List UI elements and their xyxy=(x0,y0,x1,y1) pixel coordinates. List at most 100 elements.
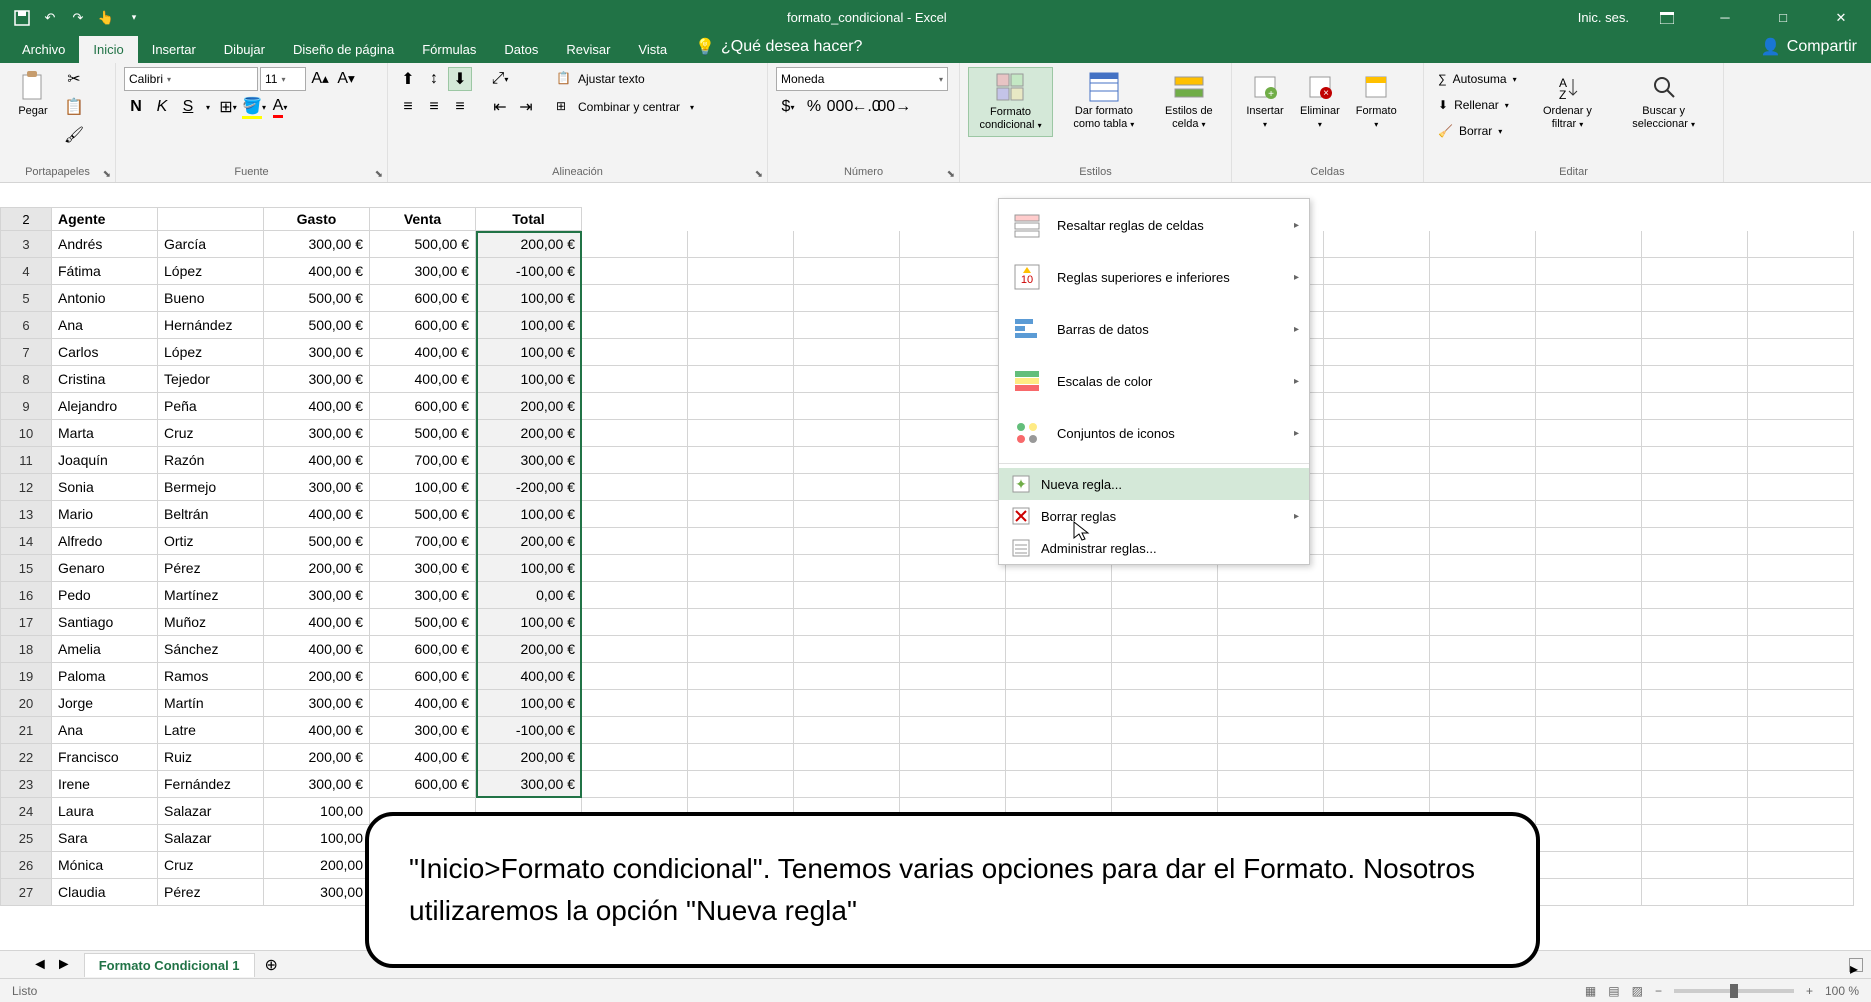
cell[interactable]: 700,00 € xyxy=(370,528,476,555)
cell[interactable]: Ruiz xyxy=(158,744,264,771)
cell[interactable]: Andrés xyxy=(52,231,158,258)
cell[interactable]: 200,00 € xyxy=(476,231,582,258)
cell[interactable] xyxy=(1112,636,1218,663)
redo-icon[interactable]: ↷ xyxy=(68,8,88,28)
cell[interactable] xyxy=(1642,609,1748,636)
cell[interactable] xyxy=(1536,447,1642,474)
align-top-button[interactable]: ⬆ xyxy=(396,67,420,91)
merge-center-button[interactable]: ⊞Combinar y centrar▾ xyxy=(550,95,700,119)
cell[interactable] xyxy=(1748,366,1854,393)
bold-button[interactable]: N xyxy=(124,95,148,119)
cell[interactable]: Cristina xyxy=(52,366,158,393)
cell[interactable] xyxy=(582,690,688,717)
row-header[interactable]: 3 xyxy=(0,231,52,258)
cell[interactable] xyxy=(1748,582,1854,609)
cell[interactable]: Carlos xyxy=(52,339,158,366)
tab-dibujar[interactable]: Dibujar xyxy=(210,36,279,63)
cell[interactable] xyxy=(900,663,1006,690)
cell[interactable]: 200,00 € xyxy=(476,636,582,663)
cell[interactable] xyxy=(1430,393,1536,420)
cell[interactable] xyxy=(1430,339,1536,366)
cell[interactable] xyxy=(1748,852,1854,879)
cell[interactable]: Hernández xyxy=(158,312,264,339)
cell[interactable] xyxy=(1536,717,1642,744)
row-header[interactable]: 15 xyxy=(0,555,52,582)
cell[interactable] xyxy=(794,258,900,285)
cell[interactable]: López xyxy=(158,258,264,285)
cell[interactable] xyxy=(582,771,688,798)
font-family-combo[interactable]: Calibri▾ xyxy=(124,67,258,91)
cell[interactable]: 200,00 € xyxy=(264,663,370,690)
cf-color-scales[interactable]: Escalas de color ▸ xyxy=(999,355,1309,407)
cell[interactable]: 100,00 € xyxy=(476,285,582,312)
cell[interactable] xyxy=(1642,798,1748,825)
tab-archivo[interactable]: Archivo xyxy=(8,36,79,63)
align-right-button[interactable]: ≡ xyxy=(448,95,472,119)
comma-format-button[interactable]: 000 xyxy=(828,95,852,119)
cell[interactable]: 300,00 € xyxy=(476,447,582,474)
cell[interactable] xyxy=(688,339,794,366)
cell[interactable] xyxy=(900,420,1006,447)
cell[interactable]: García xyxy=(158,231,264,258)
cell[interactable] xyxy=(1324,663,1430,690)
row-header[interactable]: 18 xyxy=(0,636,52,663)
cell[interactable]: 100,00 € xyxy=(476,366,582,393)
cell[interactable] xyxy=(1430,447,1536,474)
cell[interactable] xyxy=(688,312,794,339)
cell[interactable] xyxy=(1430,636,1536,663)
cell[interactable] xyxy=(1430,555,1536,582)
row-header[interactable]: 21 xyxy=(0,717,52,744)
cell[interactable] xyxy=(582,258,688,285)
cell[interactable] xyxy=(1536,231,1642,258)
cell[interactable] xyxy=(1642,771,1748,798)
cell[interactable] xyxy=(794,366,900,393)
cell[interactable] xyxy=(1430,609,1536,636)
cell[interactable]: Amelia xyxy=(52,636,158,663)
cell[interactable] xyxy=(1642,717,1748,744)
zoom-in-button[interactable]: + xyxy=(1806,984,1813,998)
cell[interactable]: 300,00 € xyxy=(370,258,476,285)
row-header[interactable]: 10 xyxy=(0,420,52,447)
cell[interactable]: Salazar xyxy=(158,798,264,825)
cf-icon-sets[interactable]: Conjuntos de iconos ▸ xyxy=(999,407,1309,459)
cell[interactable] xyxy=(582,717,688,744)
cell[interactable] xyxy=(1536,582,1642,609)
row-header[interactable]: 8 xyxy=(0,366,52,393)
cell[interactable]: Fátima xyxy=(52,258,158,285)
cell[interactable] xyxy=(900,717,1006,744)
cell[interactable]: López xyxy=(158,339,264,366)
sheet-nav-next-icon[interactable]: ► xyxy=(56,956,72,974)
tab-formulas[interactable]: Fórmulas xyxy=(408,36,490,63)
cell[interactable]: Pedo xyxy=(52,582,158,609)
row-header[interactable]: 20 xyxy=(0,690,52,717)
cell[interactable]: 600,00 € xyxy=(370,636,476,663)
font-launcher-icon[interactable]: ⬊ xyxy=(375,169,383,180)
cell[interactable] xyxy=(582,339,688,366)
cell[interactable]: Muñoz xyxy=(158,609,264,636)
cell[interactable] xyxy=(1748,771,1854,798)
cell[interactable] xyxy=(794,285,900,312)
cell[interactable]: Alfredo xyxy=(52,528,158,555)
cell[interactable] xyxy=(794,312,900,339)
copy-button[interactable]: 📋 xyxy=(62,95,86,119)
cell[interactable] xyxy=(794,582,900,609)
header-agente[interactable]: Agente xyxy=(52,207,158,231)
cell[interactable] xyxy=(1642,825,1748,852)
cell[interactable] xyxy=(1324,393,1430,420)
cell[interactable]: Jorge xyxy=(52,690,158,717)
fill-color-button[interactable]: 🪣▾ xyxy=(242,95,266,119)
cell[interactable]: Ana xyxy=(52,717,158,744)
cell[interactable] xyxy=(794,636,900,663)
cell[interactable]: 600,00 € xyxy=(370,312,476,339)
borders-button[interactable]: ⊞▾ xyxy=(216,95,240,119)
zoom-out-button[interactable]: − xyxy=(1655,984,1662,998)
cell[interactable] xyxy=(1536,501,1642,528)
cell[interactable]: 400,00 € xyxy=(264,636,370,663)
cell[interactable] xyxy=(1748,474,1854,501)
row-header[interactable]: 9 xyxy=(0,393,52,420)
cell[interactable] xyxy=(900,231,1006,258)
cell[interactable] xyxy=(794,447,900,474)
cell[interactable] xyxy=(1536,393,1642,420)
cell[interactable] xyxy=(688,528,794,555)
underline-arrow[interactable]: ▾ xyxy=(202,95,214,119)
